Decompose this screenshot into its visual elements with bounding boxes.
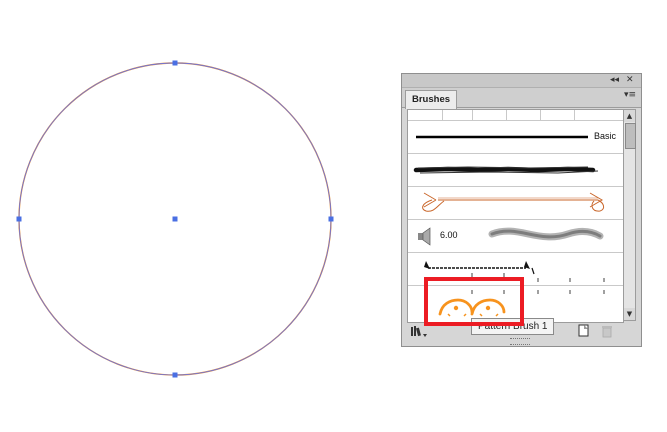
scroll-thumb[interactable] <box>625 123 636 149</box>
basic-brush-stroke <box>416 135 588 139</box>
scroll-up-icon[interactable]: ▲ <box>624 110 635 122</box>
brush-row-basic[interactable]: Basic <box>408 121 623 154</box>
charcoal-brush-stroke <box>413 166 599 174</box>
anchor-right[interactable] <box>328 216 334 222</box>
collapse-icon[interactable]: ◂◂ <box>610 74 619 87</box>
brush-row-partial <box>408 110 623 121</box>
center-point <box>172 216 178 222</box>
delete-brush-icon[interactable] <box>600 324 614 338</box>
brush-row-airbrush[interactable]: 6.00 <box>408 220 623 253</box>
anchor-top[interactable] <box>172 60 178 66</box>
panel-title-bar[interactable]: ◂◂ ✕ <box>402 74 641 88</box>
brush-list-scrollbar[interactable]: ▲ ▼ <box>623 109 636 321</box>
anchor-left[interactable] <box>16 216 22 222</box>
brush-label-basic: Basic <box>594 131 617 141</box>
close-icon[interactable]: ✕ <box>626 74 634 87</box>
airbrush-stroke <box>488 227 604 241</box>
arrow-brush-stroke <box>422 192 605 212</box>
brush-row-charcoal[interactable] <box>408 154 623 187</box>
panel-resize-grip[interactable] <box>510 338 530 345</box>
brush-row-arrow[interactable] <box>408 187 623 220</box>
panel-menu-icon[interactable]: ▾≡ <box>624 90 636 100</box>
new-brush-icon[interactable] <box>577 324 591 338</box>
scroll-down-icon[interactable]: ▼ <box>624 308 635 320</box>
highlight-box <box>424 277 524 326</box>
anchor-bottom[interactable] <box>172 372 178 378</box>
tab-brushes[interactable]: Brushes <box>405 90 458 109</box>
panel-tab-bar: Brushes ▾≡ <box>402 88 641 109</box>
